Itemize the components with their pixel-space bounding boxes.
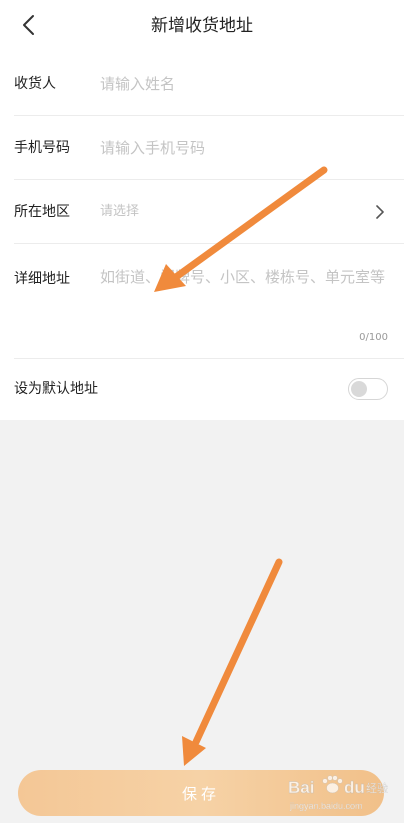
address-char-counter: 0/100 [359, 332, 388, 343]
region-label: 所在地区 [14, 204, 70, 220]
default-address-row: 设为默认地址 [14, 359, 404, 420]
chevron-right-icon [376, 205, 384, 219]
phone-row: 手机号码 [14, 116, 404, 180]
default-address-label: 设为默认地址 [14, 381, 98, 397]
region-row[interactable]: 所在地区 请选择 [14, 180, 404, 244]
arrow-pointing-save [182, 558, 283, 766]
toggle-knob [351, 381, 367, 397]
top-bar: 新增收货地址 [0, 0, 404, 52]
page-title: 新增收货地址 [151, 16, 253, 36]
recipient-label: 收货人 [14, 76, 56, 92]
save-button[interactable]: 保存 [18, 770, 384, 816]
recipient-input[interactable] [100, 52, 370, 116]
chevron-left-icon [23, 15, 34, 35]
default-address-toggle[interactable] [348, 378, 388, 400]
phone-label: 手机号码 [14, 140, 70, 156]
address-form: 收货人 手机号码 所在地区 请选择 详细地址 0/100 设为默认地址 [0, 52, 404, 420]
back-button[interactable] [14, 10, 44, 40]
recipient-row: 收货人 [14, 52, 404, 116]
phone-input[interactable] [100, 116, 370, 180]
region-value: 请选择 [100, 204, 140, 219]
address-textarea[interactable] [100, 266, 390, 326]
address-row: 详细地址 0/100 [14, 244, 404, 359]
address-label: 详细地址 [14, 271, 70, 287]
